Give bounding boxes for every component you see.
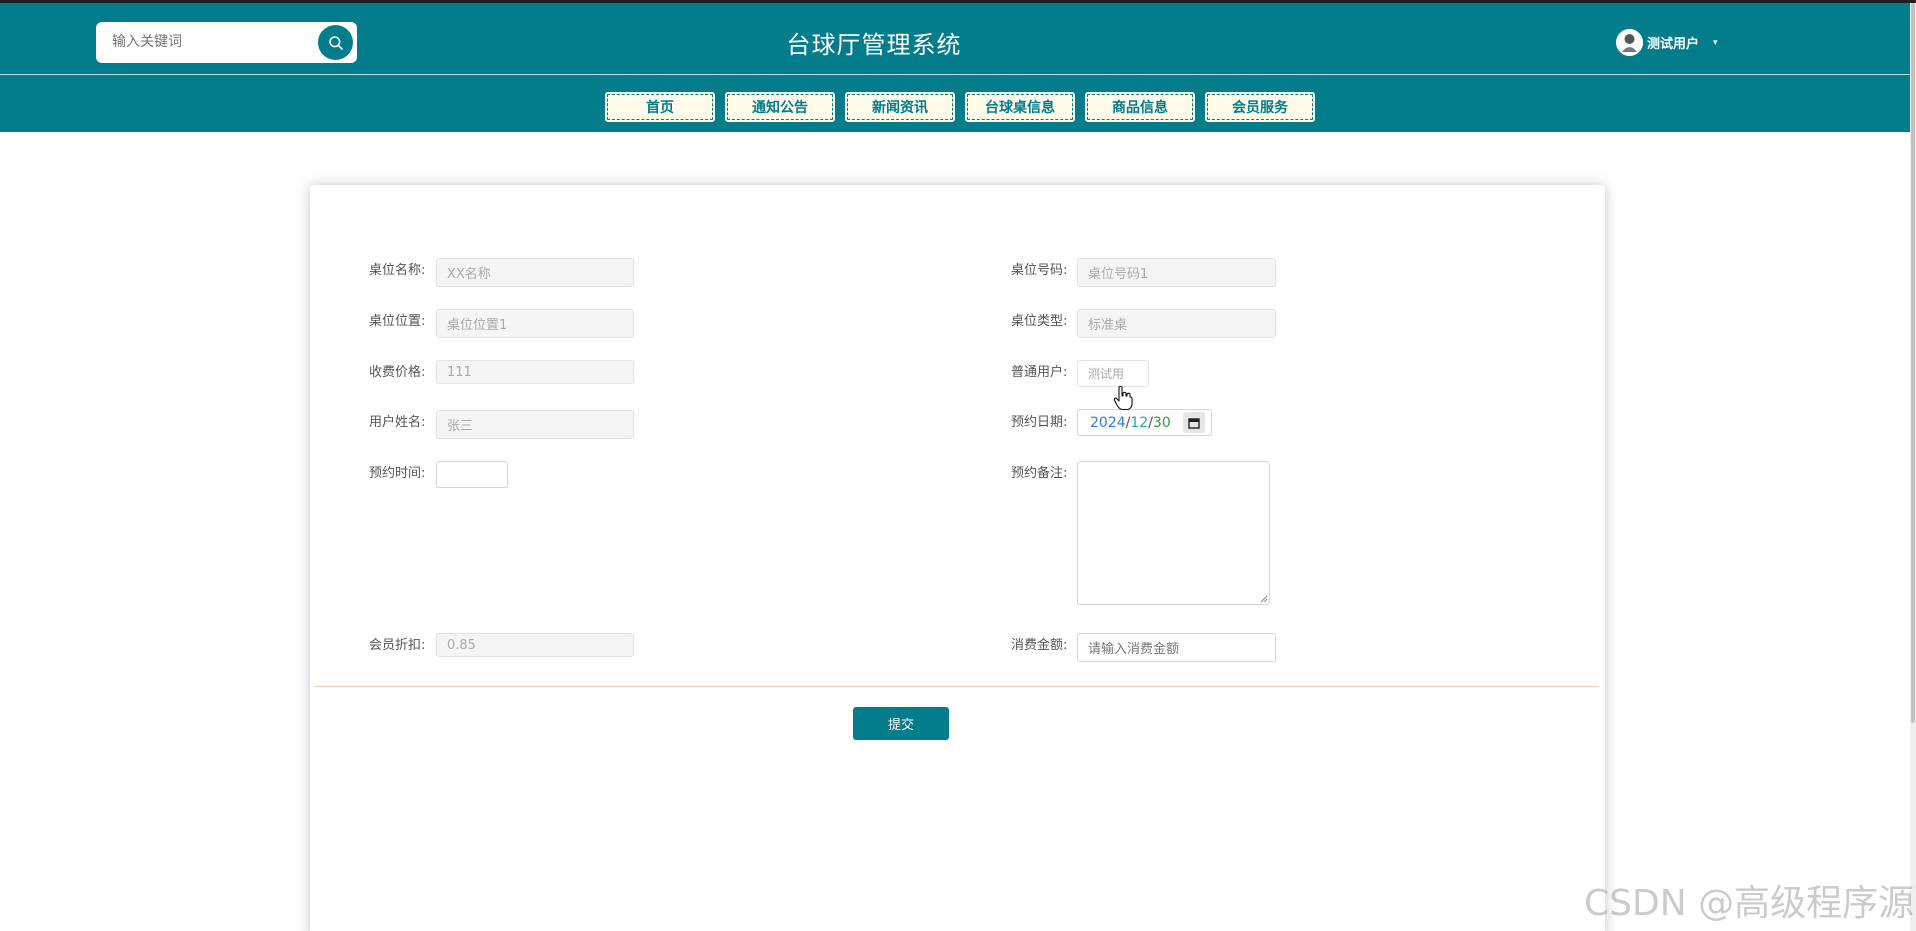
scrollbar-thumb[interactable] — [1911, 3, 1915, 723]
main-nav: 首页 通知公告 新闻资讯 台球桌信息 商品信息 会员服务 — [602, 89, 1318, 125]
table-type-field: 标准桌 — [1077, 309, 1276, 338]
date-month: 12 — [1130, 414, 1149, 431]
form-divider — [314, 686, 1599, 687]
user-menu[interactable]: 测试用户 ▾ — [1616, 29, 1718, 56]
table-location-field: 桌位位置1 — [436, 309, 634, 338]
watermark: CSDN @高级程序源 — [1584, 883, 1915, 924]
user-real-name-field: 张三 — [436, 410, 634, 439]
table-number-field: 桌位号码1 — [1077, 258, 1276, 287]
member-discount-label: 会员折扣: — [369, 638, 426, 653]
nav-item-notices[interactable]: 通知公告 — [722, 89, 838, 125]
normal-user-field: 测试用 — [1077, 360, 1149, 387]
amount-input[interactable]: 请输入消费金额 — [1077, 633, 1276, 662]
booking-time-label: 预约时间: — [369, 466, 426, 481]
header-divider — [0, 74, 1916, 75]
submit-button[interactable]: 提交 — [853, 707, 949, 740]
calendar-picker-button[interactable] — [1183, 412, 1205, 433]
caret-down-icon: ▾ — [1713, 37, 1718, 48]
hand-pointer-icon — [1113, 385, 1133, 411]
amount-placeholder: 请输入消费金额 — [1088, 642, 1180, 657]
user-name: 测试用户 — [1647, 37, 1700, 52]
top-header: 台球厅管理系统 测试用户 ▾ 首页 通知公告 新闻资讯 台球桌信息 商品信息 会… — [0, 0, 1916, 132]
resize-grip-icon[interactable] — [1260, 595, 1268, 603]
member-discount-field: 0.85 — [436, 633, 634, 657]
normal-user-label: 普通用户: — [1011, 365, 1068, 380]
avatar — [1616, 29, 1643, 56]
table-number-label: 桌位号码: — [1011, 263, 1068, 278]
calendar-icon — [1188, 417, 1200, 429]
date-year: 2024 — [1090, 414, 1126, 431]
amount-label: 消费金额: — [1011, 638, 1068, 653]
nav-item-goods[interactable]: 商品信息 — [1082, 89, 1198, 125]
table-name-label: 桌位名称: — [369, 263, 426, 278]
booking-date-label: 预约日期: — [1011, 415, 1068, 430]
booking-note-label: 预约备注: — [1011, 466, 1068, 481]
site-title: 台球厅管理系统 — [786, 31, 962, 59]
price-field: 111 — [436, 360, 634, 384]
booking-date-input[interactable]: 2024 / 12 / 30 — [1077, 409, 1212, 436]
booking-time-input[interactable] — [436, 461, 508, 488]
nav-item-news[interactable]: 新闻资讯 — [842, 89, 958, 125]
table-location-label: 桌位位置: — [369, 314, 426, 329]
nav-item-tables[interactable]: 台球桌信息 — [962, 89, 1078, 125]
table-name-field: XX名称 — [436, 258, 634, 287]
page-scrollbar[interactable] — [1910, 3, 1916, 931]
nav-item-member[interactable]: 会员服务 — [1202, 89, 1318, 125]
user-real-name-label: 用户姓名: — [369, 415, 426, 430]
price-label: 收费价格: — [369, 365, 426, 380]
booking-note-textarea[interactable] — [1077, 461, 1270, 605]
date-day: 30 — [1152, 414, 1171, 431]
table-type-label: 桌位类型: — [1011, 314, 1068, 329]
nav-item-home[interactable]: 首页 — [602, 89, 718, 125]
user-avatar-icon — [1616, 29, 1643, 56]
booking-form-card: 桌位名称: XX名称 桌位位置: 桌位位置1 收费价格: 111 用户姓名: 张… — [310, 185, 1605, 931]
